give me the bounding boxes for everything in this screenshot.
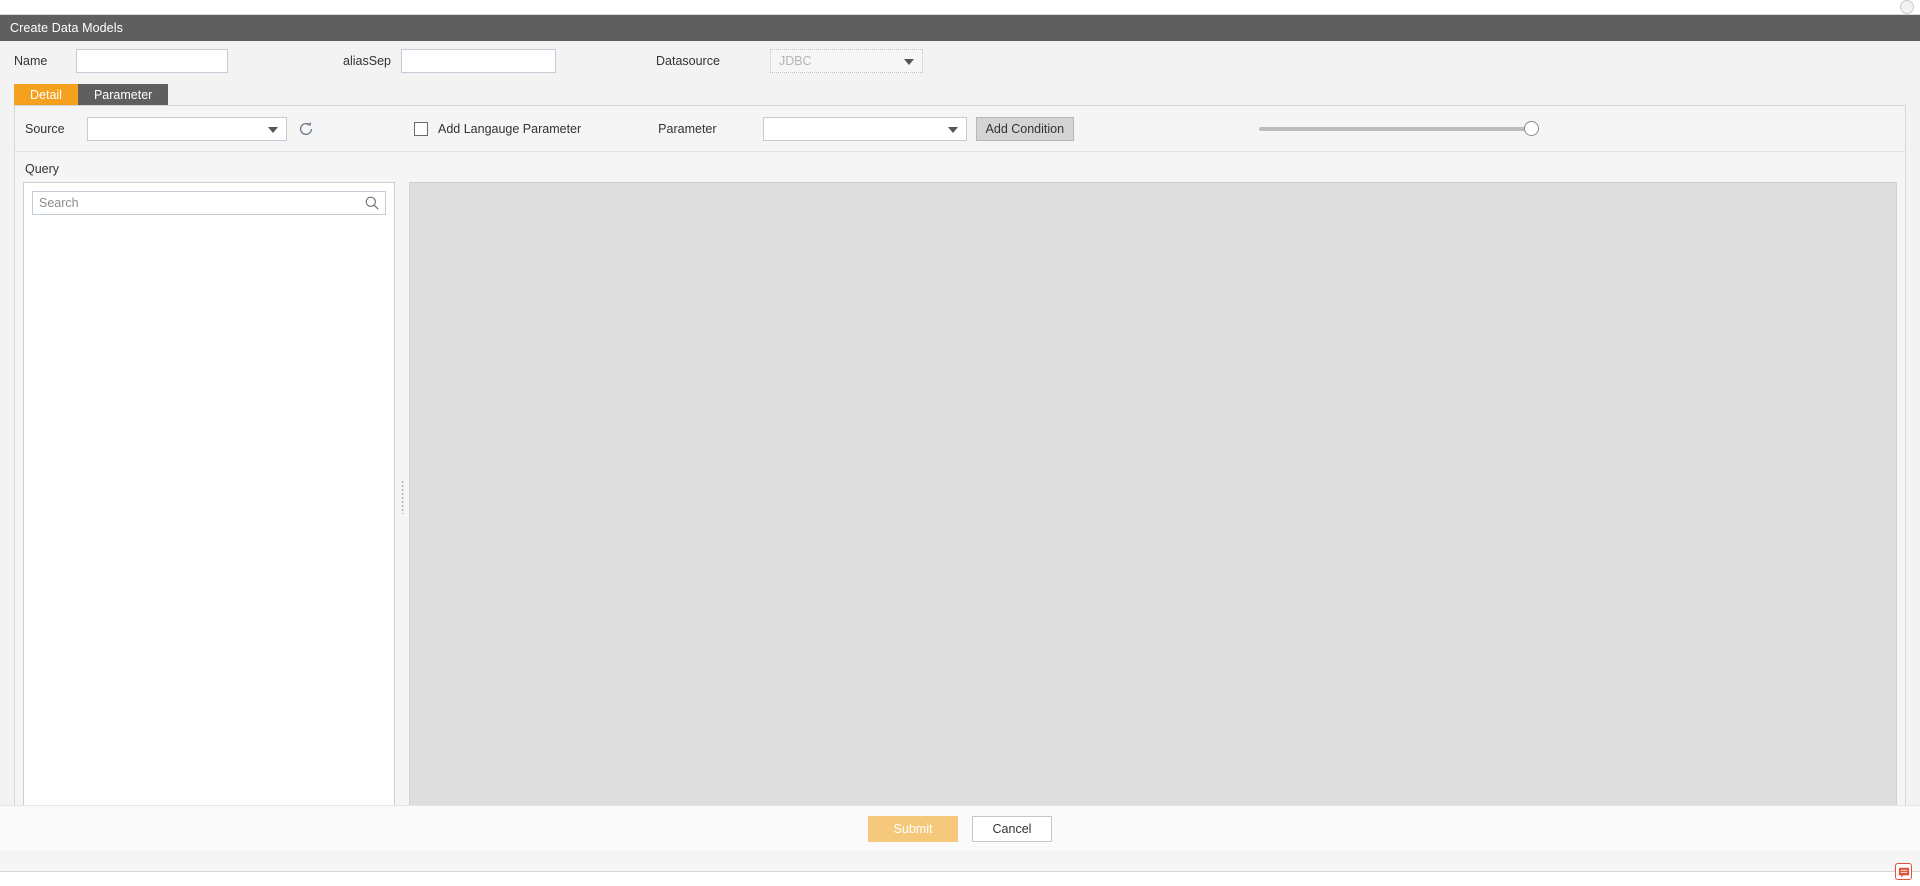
- source-select[interactable]: [87, 116, 287, 141]
- add-language-parameter-label: Add Langauge Parameter: [438, 121, 582, 136]
- feedback-icon[interactable]: [1895, 863, 1912, 880]
- datasource-selected-value: JDBC: [778, 54, 812, 68]
- window-control-icon[interactable]: [1900, 0, 1914, 14]
- name-label: Name: [14, 54, 48, 68]
- chevron-down-icon: [268, 126, 278, 133]
- chevron-down-icon: [903, 59, 914, 65]
- header-form-row: Name aliasSep Datasource JDBC: [0, 41, 1920, 81]
- zoom-slider[interactable]: [1259, 120, 1540, 138]
- search-input[interactable]: [32, 191, 386, 215]
- detail-panel: Source Add Langauge Parameter Parameter: [14, 105, 1906, 820]
- dialog-footer: Submit Cancel: [0, 805, 1920, 851]
- chevron-down-icon: [947, 126, 958, 133]
- app-root: Create Data Models Name aliasSep Datasou…: [0, 0, 1920, 886]
- create-data-models-dialog: Create Data Models Name aliasSep Datasou…: [0, 14, 1920, 872]
- source-label: Source: [25, 121, 65, 136]
- query-body: [15, 182, 1905, 822]
- submit-button[interactable]: Submit: [868, 815, 958, 842]
- query-tree-pane: [23, 182, 395, 812]
- aliassep-label: aliasSep: [343, 54, 391, 68]
- query-editor-area[interactable]: [409, 182, 1897, 812]
- dialog-title: Create Data Models: [10, 21, 123, 35]
- parameter-select[interactable]: [762, 116, 967, 141]
- pane-splitter-handle[interactable]: [395, 182, 409, 812]
- query-label: Query: [25, 162, 60, 176]
- query-tree-list[interactable]: [24, 215, 394, 811]
- dialog-body: Name aliasSep Datasource JDBC Detail Par…: [0, 41, 1920, 851]
- cancel-button[interactable]: Cancel: [972, 815, 1052, 842]
- search-field-wrapper: [32, 191, 386, 215]
- aliassep-input[interactable]: [401, 49, 556, 73]
- tab-detail[interactable]: Detail: [14, 84, 78, 105]
- tab-bar: Detail Parameter: [0, 83, 1920, 105]
- tab-parameter-label: Parameter: [93, 87, 153, 102]
- tab-detail-label: Detail: [30, 87, 62, 102]
- parameter-label: Parameter: [658, 121, 717, 136]
- dialog-titlebar: Create Data Models: [0, 15, 1920, 41]
- datasource-select[interactable]: JDBC: [769, 49, 923, 73]
- slider-track: [1259, 126, 1540, 131]
- name-input[interactable]: [76, 49, 228, 73]
- add-language-parameter-checkbox[interactable]: [414, 121, 428, 136]
- slider-knob[interactable]: [1524, 121, 1540, 136]
- tab-parameter[interactable]: Parameter: [77, 84, 169, 105]
- datasource-label: Datasource: [656, 54, 720, 68]
- grip-dots-icon: [400, 480, 404, 514]
- top-strip: [0, 0, 1920, 14]
- refresh-icon[interactable]: [297, 120, 315, 138]
- add-condition-button[interactable]: Add Condition: [975, 116, 1075, 141]
- source-toolbar-row: Source Add Langauge Parameter Parameter: [15, 106, 1905, 152]
